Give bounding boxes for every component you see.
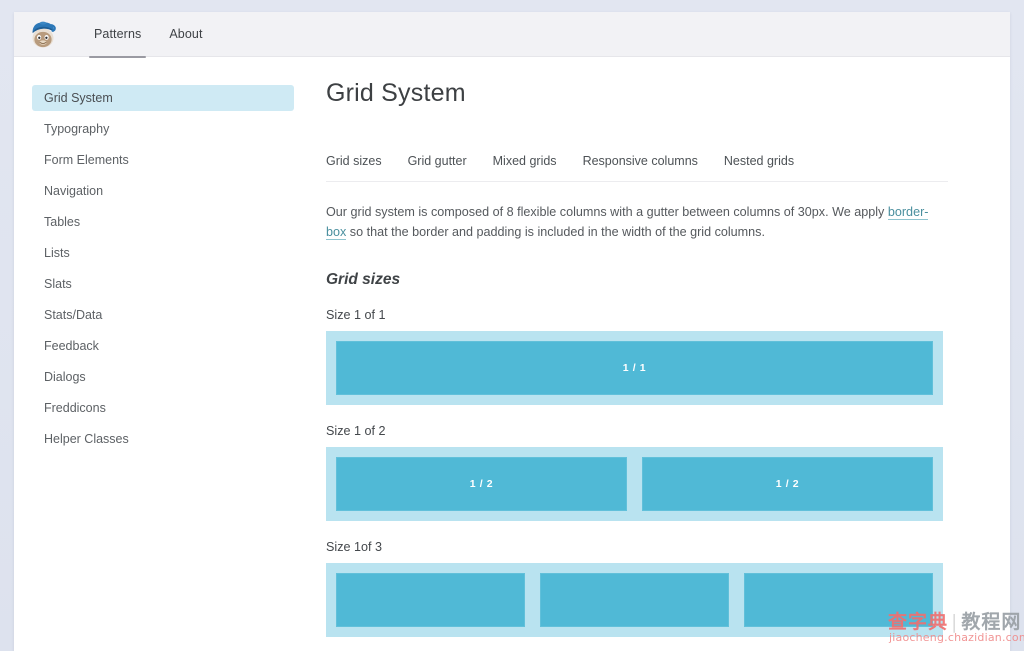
sidebar-item-label: Tables [44, 215, 81, 229]
sidebar-item-grid-system[interactable]: Grid System [32, 85, 294, 111]
grid-column [744, 572, 933, 627]
tab-grid-sizes[interactable]: Grid sizes [326, 154, 382, 168]
nav-tab-patterns[interactable]: Patterns [80, 12, 155, 58]
tab-label: Mixed grids [492, 154, 557, 168]
page-title: Grid System [326, 79, 466, 107]
tab-label: Nested grids [723, 154, 795, 168]
sidebar-item-label: Feedback [44, 339, 99, 353]
section-heading-grid-sizes: Grid sizes [326, 270, 401, 288]
main-content: Grid System Grid sizes Grid gutter Mixed… [312, 57, 1010, 651]
top-header: Patterns About [14, 12, 1010, 58]
tab-label: Grid gutter [407, 154, 467, 168]
grid-row [326, 562, 943, 637]
sidebar-item-slats[interactable]: Slats [32, 271, 294, 297]
sidebar-item-feedback[interactable]: Feedback [32, 333, 294, 359]
sidebar-item-label: Form Elements [44, 153, 129, 167]
sidebar-item-dialogs[interactable]: Dialogs [32, 364, 294, 390]
nav-tab-about[interactable]: About [155, 12, 216, 57]
intro-text-after: so that the border and padding is includ… [346, 225, 765, 240]
sidebar-item-stats-data[interactable]: Stats/Data [32, 302, 294, 328]
sidebar-item-freddicons[interactable]: Freddicons [32, 395, 294, 421]
sidebar-item-label: Freddicons [44, 401, 106, 415]
intro-paragraph: Our grid system is composed of 8 flexibl… [326, 202, 936, 243]
sidebar-item-tables[interactable]: Tables [32, 209, 294, 235]
sidebar-item-label: Stats/Data [44, 308, 103, 322]
grid-row: 1 / 1 [326, 330, 943, 405]
tab-nested-grids[interactable]: Nested grids [724, 154, 794, 168]
grid-demo-1-of-2: Size 1 of 2 1 / 2 1 / 2 [326, 424, 948, 521]
top-nav: Patterns About [80, 12, 217, 58]
sidebar-item-navigation[interactable]: Navigation [32, 178, 294, 204]
sidebar-item-label: Navigation [44, 184, 104, 198]
sidebar-item-label: Typography [44, 122, 110, 136]
grid-demo-label: Size 1of 3 [326, 539, 383, 554]
grid-demo-label: Size 1 of 1 [326, 307, 386, 322]
sidebar-item-helper-classes[interactable]: Helper Classes [32, 426, 294, 452]
tab-responsive-columns[interactable]: Responsive columns [583, 154, 698, 168]
grid-column: 1 / 1 [336, 340, 933, 395]
section-tabs: Grid sizes Grid gutter Mixed grids Respo… [326, 154, 948, 182]
grid-row: 1 / 2 1 / 2 [326, 446, 943, 521]
sidebar-item-label: Dialogs [44, 370, 86, 384]
body-layout: Grid System Typography Form Elements Nav… [14, 57, 1010, 651]
sidebar-item-label: Slats [44, 277, 72, 291]
sidebar-nav: Grid System Typography Form Elements Nav… [14, 57, 312, 651]
sidebar-item-lists[interactable]: Lists [32, 240, 294, 266]
mailchimp-freddie-logo-icon[interactable] [26, 17, 60, 51]
grid-column [336, 572, 525, 627]
nav-tab-about-label: About [169, 27, 203, 41]
sidebar-item-label: Grid System [44, 91, 113, 105]
grid-demo-1-of-1: Size 1 of 1 1 / 1 [326, 308, 948, 405]
grid-demo-label: Size 1 of 2 [326, 423, 386, 438]
sidebar-item-label: Helper Classes [44, 432, 129, 446]
app-card: Patterns About Grid System Typography Fo… [14, 12, 1010, 651]
nav-tab-patterns-label: Patterns [94, 27, 142, 41]
tab-label: Grid sizes [326, 154, 382, 168]
tab-grid-gutter[interactable]: Grid gutter [408, 154, 467, 168]
grid-column: 1 / 2 [642, 456, 933, 511]
tab-mixed-grids[interactable]: Mixed grids [493, 154, 557, 168]
grid-column [540, 572, 729, 627]
intro-text-before: Our grid system is composed of 8 flexibl… [326, 205, 888, 219]
sidebar-item-typography[interactable]: Typography [32, 116, 294, 142]
sidebar-item-label: Lists [44, 246, 70, 260]
grid-demo-1-of-3: Size 1of 3 [326, 540, 948, 637]
page-root: Patterns About Grid System Typography Fo… [0, 0, 1024, 651]
grid-column: 1 / 2 [336, 456, 627, 511]
tab-label: Responsive columns [582, 154, 698, 168]
sidebar-item-form-elements[interactable]: Form Elements [32, 147, 294, 173]
